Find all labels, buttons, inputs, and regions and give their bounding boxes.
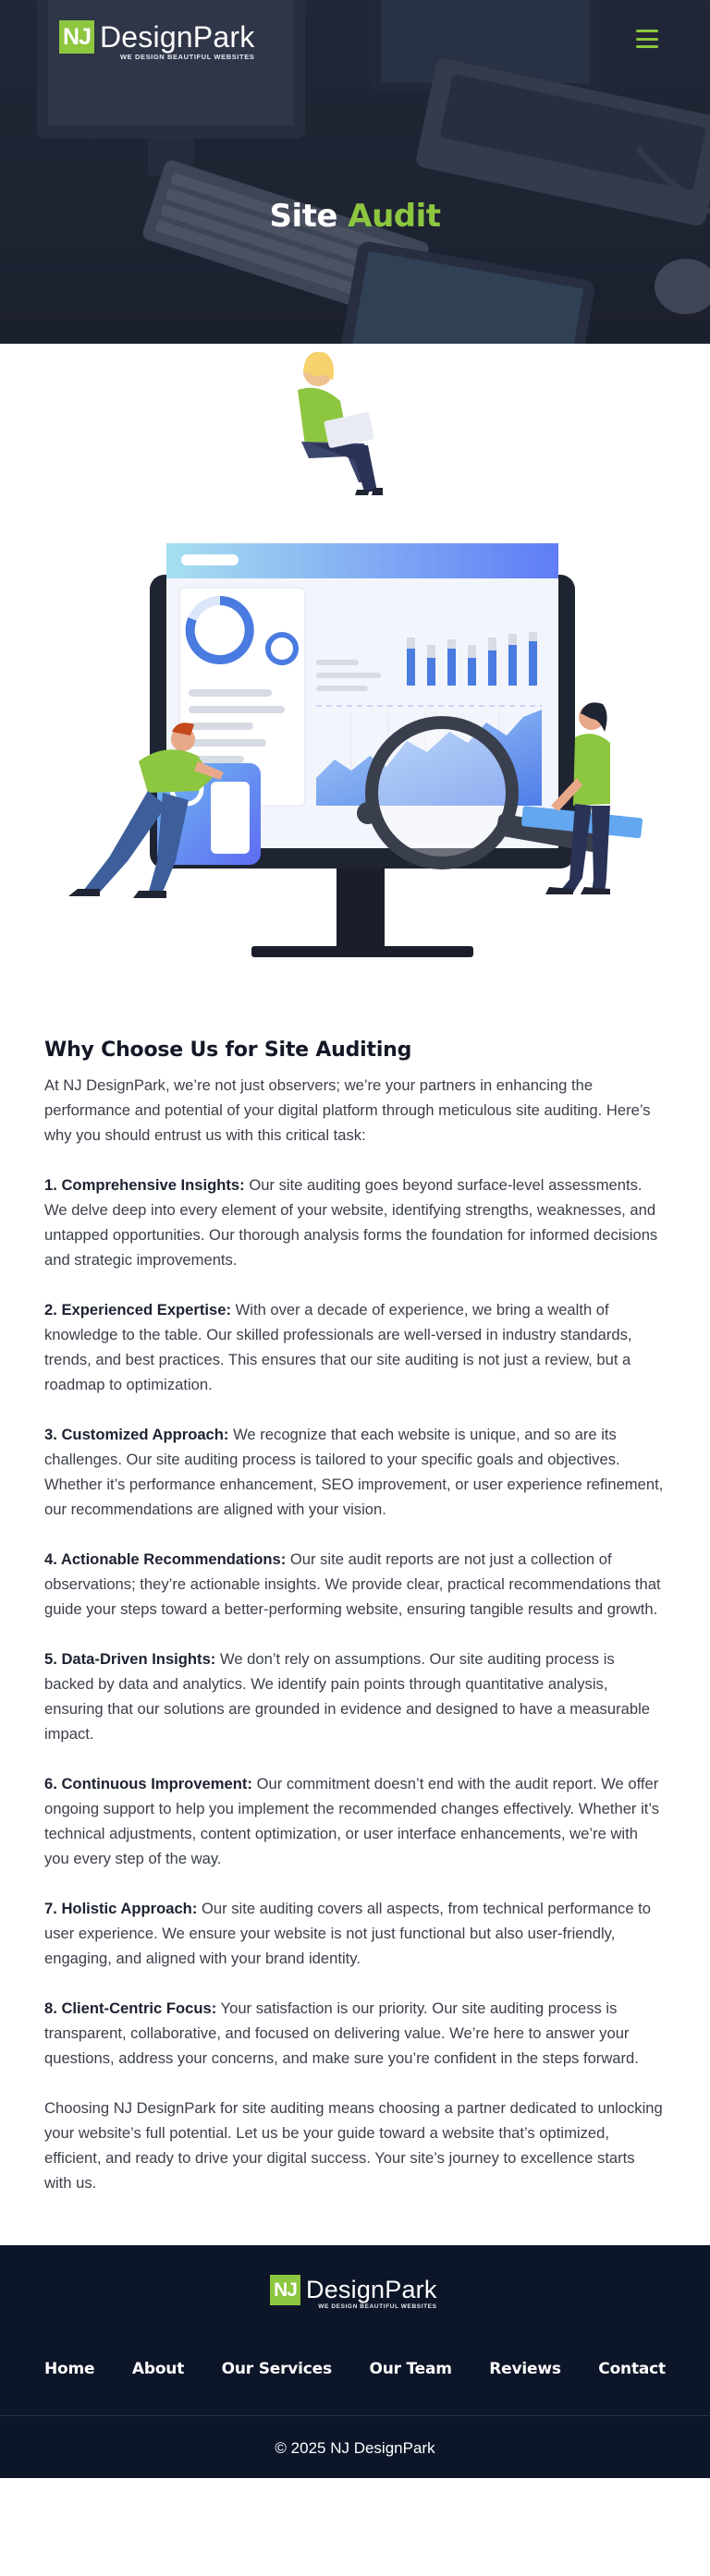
- menu-bar: [636, 45, 658, 48]
- footer-divider: [0, 2415, 710, 2416]
- hamburger-menu-icon[interactable]: [636, 30, 658, 48]
- logo-wordmark: DesignPark WE DESIGN BEAUTIFUL WEBSITES: [306, 2275, 437, 2310]
- menu-bar: [636, 37, 658, 41]
- site-audit-illustration: [0, 344, 710, 1009]
- reason-item: 3. Customized Approach: We recognize tha…: [44, 1422, 666, 1522]
- reason-title: 1. Comprehensive Insights:: [44, 1176, 245, 1194]
- reason-item: 4. Actionable Recommendations: Our site …: [44, 1547, 666, 1622]
- footer-link-contact[interactable]: Contact: [598, 2360, 666, 2378]
- menu-bar: [636, 30, 658, 32]
- header-logo[interactable]: NJ DesignPark WE DESIGN BEAUTIFUL WEBSIT…: [59, 20, 254, 61]
- footer-link-services[interactable]: Our Services: [222, 2360, 332, 2378]
- footer-link-about[interactable]: About: [132, 2360, 184, 2378]
- reason-item: 8. Client-Centric Focus: Your satisfacti…: [44, 1996, 666, 2071]
- logo-mark: NJ: [59, 20, 94, 54]
- reason-title: 5. Data-Driven Insights:: [44, 1650, 216, 1668]
- copyright-text: © 2025 NJ DesignPark: [275, 2439, 435, 2457]
- reason-item: 5. Data-Driven Insights: We don’t rely o…: [44, 1646, 666, 1746]
- site-footer: NJ DesignPark WE DESIGN BEAUTIFUL WEBSIT…: [0, 2245, 710, 2478]
- section-heading: Why Choose Us for Site Auditing: [44, 1039, 412, 1062]
- reason-item: 7. Holistic Approach: Our site auditing …: [44, 1896, 666, 1971]
- intro-paragraph: At NJ DesignPark, we’re not just observe…: [44, 1076, 651, 1144]
- reason-title: 8. Client-Centric Focus:: [44, 1999, 217, 2017]
- footer-link-reviews[interactable]: Reviews: [489, 2360, 561, 2378]
- footer-nav: Home About Our Services Our Team Reviews…: [44, 2360, 666, 2378]
- logo-tagline: WE DESIGN BEAUTIFUL WEBSITES: [318, 2303, 437, 2310]
- reason-title: 3. Customized Approach:: [44, 1426, 229, 1443]
- logo-wordmark: DesignPark WE DESIGN BEAUTIFUL WEBSITES: [100, 20, 254, 61]
- reason-title: 7. Holistic Approach:: [44, 1900, 198, 1917]
- reason-item: 1. Comprehensive Insights: Our site audi…: [44, 1173, 666, 1272]
- reason-item: 6. Continuous Improvement: Our commitmen…: [44, 1771, 666, 1871]
- illustration-svg: [68, 351, 643, 957]
- logo-mark: NJ: [270, 2275, 300, 2305]
- main-content: Why Choose Us for Site Auditing At NJ De…: [0, 1039, 710, 2195]
- footer-logo[interactable]: NJ DesignPark WE DESIGN BEAUTIFUL WEBSIT…: [270, 2275, 437, 2310]
- reason-item: 2. Experienced Expertise: With over a de…: [44, 1297, 666, 1397]
- reason-title: 4. Actionable Recommendations:: [44, 1550, 287, 1568]
- page-title-main: Site: [269, 198, 337, 235]
- page-title: Site Audit: [0, 198, 710, 235]
- page-title-accent: Audit: [348, 198, 441, 235]
- footer-link-team[interactable]: Our Team: [369, 2360, 452, 2378]
- reason-title: 2. Experienced Expertise:: [44, 1301, 231, 1318]
- logo-tagline: WE DESIGN BEAUTIFUL WEBSITES: [119, 53, 255, 61]
- closing-paragraph: Choosing NJ DesignPark for site auditing…: [44, 2099, 663, 2192]
- logo-name: DesignPark: [306, 2276, 437, 2303]
- reason-title: 6. Continuous Improvement:: [44, 1775, 252, 1792]
- woman-on-monitor-figure: [298, 351, 383, 495]
- logo-name: DesignPark: [100, 20, 255, 54]
- footer-link-home[interactable]: Home: [44, 2360, 95, 2378]
- hero-banner: NJ DesignPark WE DESIGN BEAUTIFUL WEBSIT…: [0, 0, 710, 344]
